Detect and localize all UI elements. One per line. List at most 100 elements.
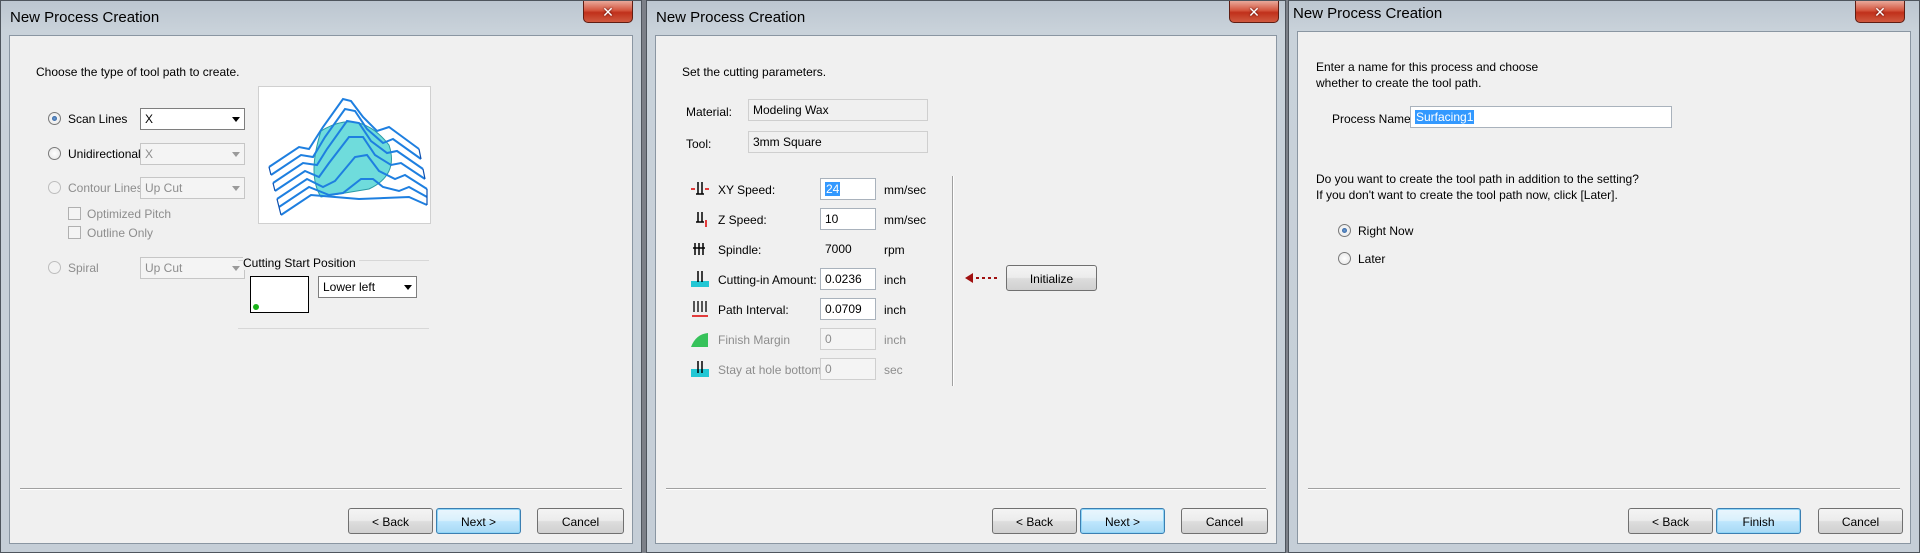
parameter-divider (952, 176, 954, 386)
unidirectional-direction-value: X (145, 147, 154, 161)
back-button[interactable]: < Back (1628, 508, 1713, 534)
cancel-button[interactable]: Cancel (537, 508, 624, 534)
tool-value: 3mm Square (748, 131, 928, 153)
arrow-left-icon (965, 273, 998, 283)
material-label: Material: (686, 105, 733, 119)
start-position-preview (250, 276, 309, 313)
spiral-cut-value: Up Cut (145, 261, 183, 275)
unidirectional-direction-select[interactable]: X (140, 143, 245, 165)
dialog-cutting-parameters: New Process Creation ✕ Set the cutting p… (646, 0, 1286, 553)
path-interval-unit: inch (884, 303, 907, 317)
chevron-down-icon (404, 285, 412, 290)
cutting-in-amount-label: Cutting-in Amount: (718, 273, 817, 287)
initialize-button[interactable]: Initialize (1006, 265, 1097, 291)
contour-lines-label: Contour Lines (68, 181, 143, 195)
cutting-in-amount-icon (691, 271, 709, 287)
back-button[interactable]: < Back (992, 508, 1077, 534)
cancel-button[interactable]: Cancel (1181, 508, 1268, 534)
instruction-line-1: Enter a name for this process and choose (1316, 60, 1539, 74)
tool-label: Tool: (686, 137, 712, 151)
next-button[interactable]: Next > (1080, 508, 1165, 534)
question-line-1: Do you want to create the tool path in a… (1316, 172, 1639, 186)
title-bar: New Process Creation ✕ (1, 1, 641, 35)
finish-button[interactable]: Finish (1716, 508, 1801, 534)
finish-margin-input[interactable]: 0 (820, 328, 876, 350)
start-position-value: Lower left (323, 280, 376, 294)
spindle-unit: rpm (884, 243, 905, 257)
button-separator (20, 488, 622, 490)
button-separator (1308, 488, 1900, 490)
spiral-cut-select[interactable]: Up Cut (140, 257, 245, 279)
xy-speed-label: XY Speed: (718, 183, 776, 197)
contour-cut-value: Up Cut (145, 181, 183, 195)
instruction-text: Choose the type of tool path to create. (36, 65, 240, 79)
back-button[interactable]: < Back (348, 508, 433, 534)
optimized-pitch-checkbox[interactable] (68, 207, 81, 220)
chevron-down-icon (232, 117, 240, 122)
instruction-text: Set the cutting parameters. (682, 65, 827, 79)
cutting-in-amount-input[interactable]: 0.0236 (820, 268, 876, 290)
stay-at-hole-bottom-input[interactable]: 0 (820, 358, 876, 380)
question-line-2: If you don't want to create the tool pat… (1316, 188, 1618, 202)
contour-cut-select[interactable]: Up Cut (140, 177, 245, 199)
path-interval-input[interactable]: 0.0709 (820, 298, 876, 320)
xy-speed-unit: mm/sec (884, 183, 926, 197)
stay-at-hole-bottom-icon (691, 361, 709, 377)
close-icon: ✕ (1248, 3, 1260, 20)
instruction-line-2: whether to create the tool path. (1316, 76, 1482, 90)
close-button[interactable]: ✕ (1229, 1, 1279, 23)
title-bar: New Process Creation ✕ (1289, 1, 1919, 35)
scan-lines-label: Scan Lines (68, 112, 128, 126)
scan-direction-select[interactable]: X (140, 108, 245, 130)
close-icon: ✕ (1874, 3, 1886, 20)
dialog-process-name: New Process Creation ✕ Enter a name for … (1288, 0, 1920, 553)
right-now-radio[interactable] (1338, 224, 1351, 237)
cancel-button[interactable]: Cancel (1818, 508, 1903, 534)
later-radio[interactable] (1338, 252, 1351, 265)
material-value: Modeling Wax (748, 99, 928, 121)
next-button[interactable]: Next > (436, 508, 521, 534)
outline-only-checkbox[interactable] (68, 226, 81, 239)
title-bar: New Process Creation ✕ (647, 1, 1285, 35)
dialog-client-area: Enter a name for this process and choose… (1297, 31, 1911, 544)
dialog-client-area: Choose the type of tool path to create. … (9, 35, 633, 544)
process-name-value: Surfacing1 (1415, 110, 1475, 124)
start-point-dot (253, 304, 259, 310)
xy-speed-value: 24 (825, 182, 841, 196)
spiral-radio[interactable] (48, 261, 61, 274)
finish-margin-icon (691, 333, 708, 347)
stay-at-hole-bottom-label: Stay at hole bottom: (718, 363, 825, 377)
window-title: New Process Creation (10, 9, 160, 26)
outline-only-label: Outline Only (87, 226, 154, 240)
start-position-select[interactable]: Lower left (318, 276, 417, 298)
window-title: New Process Creation (656, 9, 806, 26)
dialog-toolpath-type: New Process Creation ✕ Choose the type o… (0, 0, 642, 553)
close-button[interactable]: ✕ (1855, 1, 1905, 23)
close-button[interactable]: ✕ (583, 1, 633, 23)
path-interval-icon (692, 301, 708, 317)
button-separator (666, 488, 1266, 490)
scan-direction-value: X (145, 112, 154, 126)
z-speed-icon (696, 212, 707, 227)
spindle-value: 7000 (820, 238, 876, 260)
process-name-input[interactable]: Surfacing1 (1410, 106, 1672, 128)
z-speed-label: Z Speed: (718, 213, 767, 227)
right-now-label: Right Now (1358, 224, 1414, 238)
xy-speed-input[interactable]: 24 (820, 178, 876, 200)
xy-speed-icon (691, 182, 709, 195)
unidirectional-radio[interactable] (48, 147, 61, 160)
optimized-pitch-label: Optimized Pitch (87, 207, 172, 221)
scan-lines-preview-graphic (268, 97, 428, 216)
contour-lines-radio[interactable] (48, 181, 61, 194)
chevron-down-icon (232, 152, 240, 157)
scan-lines-radio[interactable] (48, 112, 61, 125)
chevron-down-icon (232, 186, 240, 191)
spiral-label: Spiral (68, 261, 99, 275)
spindle-label: Spindle: (718, 243, 762, 257)
unidirectional-label: Unidirectional (68, 147, 141, 161)
cutting-in-amount-unit: inch (884, 273, 907, 287)
later-label: Later (1358, 252, 1386, 266)
window-title: New Process Creation (1293, 5, 1443, 22)
z-speed-input[interactable]: 10 (820, 208, 876, 230)
close-icon: ✕ (602, 3, 614, 20)
